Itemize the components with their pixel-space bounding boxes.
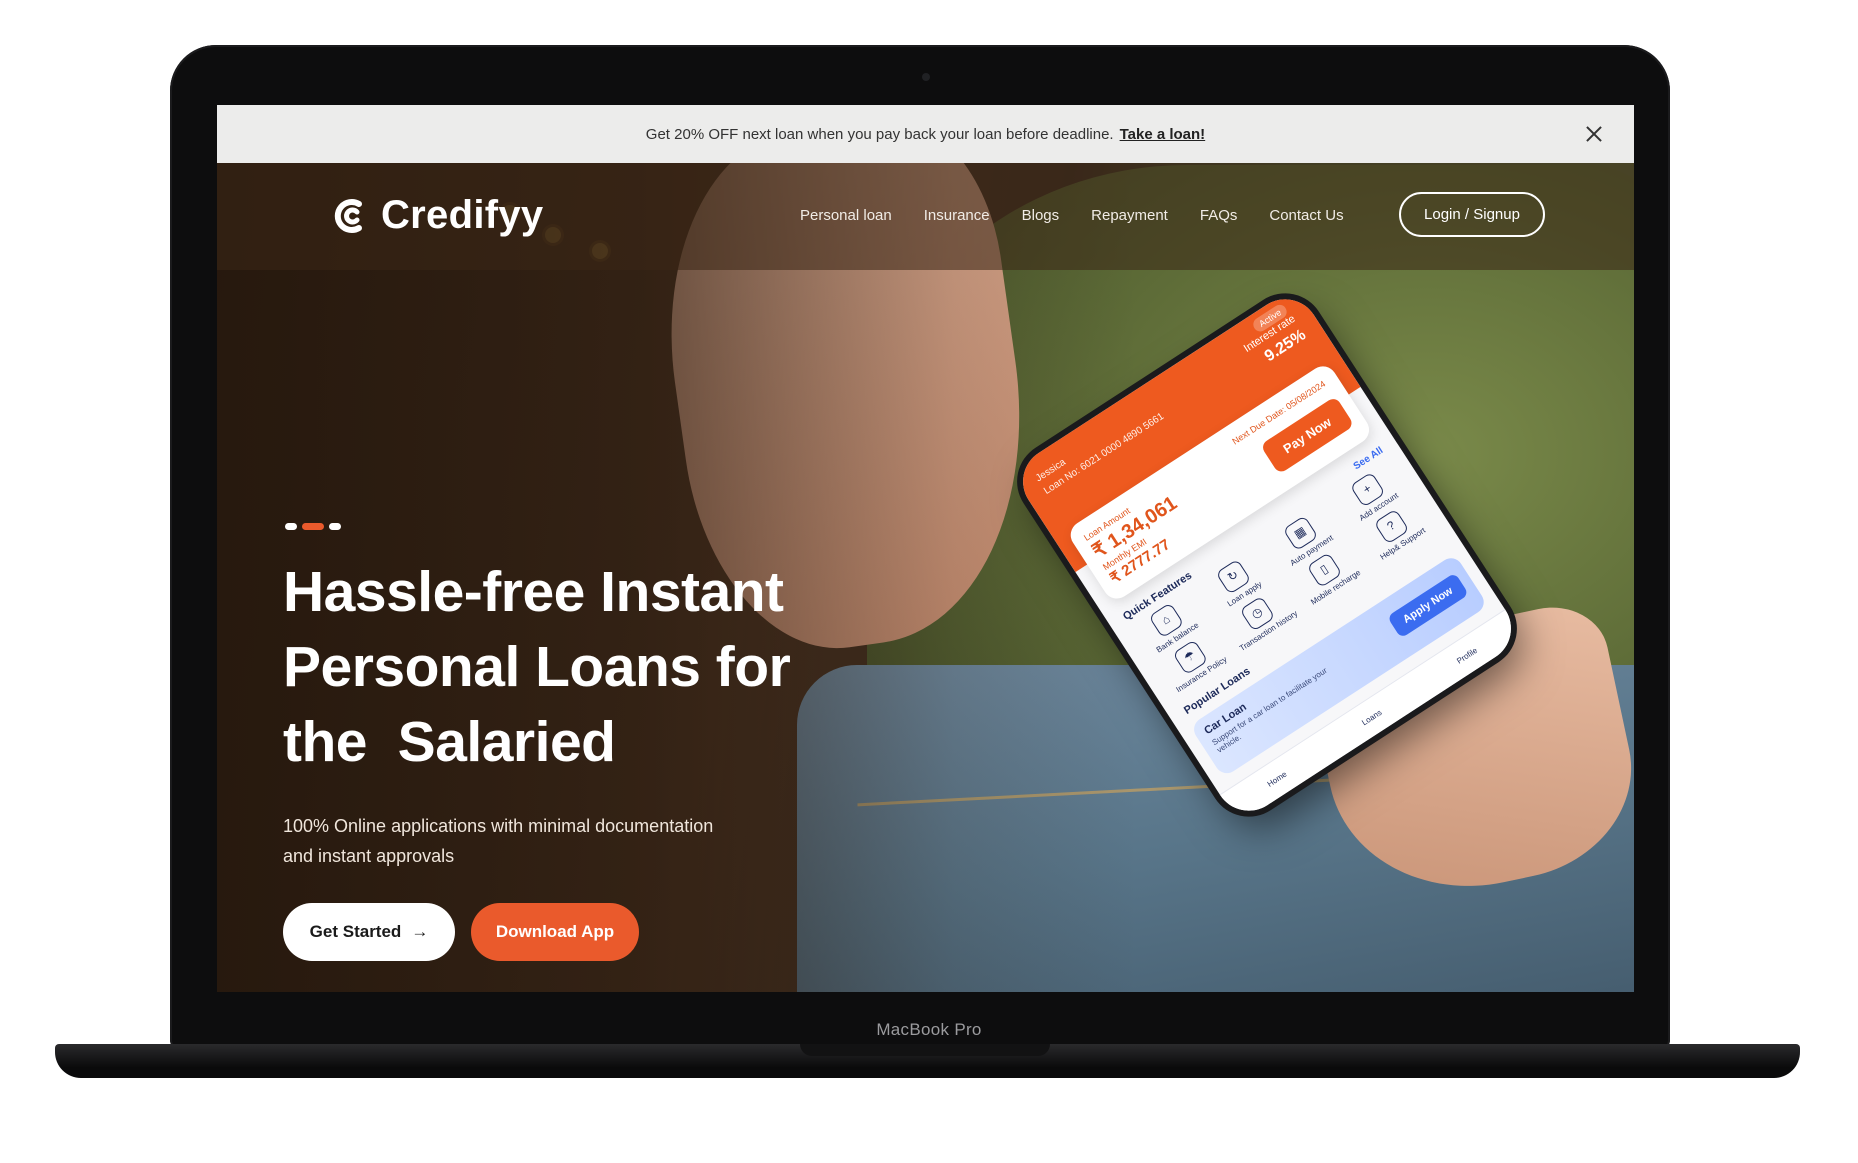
nav-blogs[interactable]: Blogs xyxy=(1022,207,1060,224)
get-started-button[interactable]: Get Started → xyxy=(283,903,455,961)
download-app-button[interactable]: Download App xyxy=(471,903,639,961)
laptop-notch xyxy=(800,1044,1050,1056)
arrow-right-icon: → xyxy=(411,922,429,941)
hero-title: Hassle-free Instant Personal Loans for t… xyxy=(283,560,791,774)
decorative-dashes xyxy=(285,523,341,530)
close-icon[interactable] xyxy=(1582,122,1606,146)
nav-insurance[interactable]: Insurance xyxy=(924,207,990,224)
phone-nav-profile: Profile xyxy=(1454,645,1479,666)
main-nav: Personal loan Insurance Blogs Repayment … xyxy=(800,207,1376,224)
site-header: Credifyy Personal loan Insurance Blogs R… xyxy=(217,163,1634,270)
login-signup-button[interactable]: Login / Signup xyxy=(1399,192,1545,237)
phone-nav-home: Home xyxy=(1265,769,1289,789)
credifyy-logo-icon xyxy=(334,198,362,233)
promo-link[interactable]: Take a loan! xyxy=(1120,126,1206,143)
logo[interactable]: Credifyy xyxy=(329,193,543,238)
nav-repayment[interactable]: Repayment xyxy=(1091,207,1168,224)
nav-personal-loan[interactable]: Personal loan xyxy=(800,207,892,224)
logo-text: Credifyy xyxy=(381,193,544,237)
device-label: MacBook Pro xyxy=(876,1020,982,1039)
promo-text: Get 20% OFF next loan when you pay back … xyxy=(645,125,1114,143)
hero-subtitle: 100% Online applications with minimal do… xyxy=(283,816,714,866)
phone-nav-loans: Loans xyxy=(1359,707,1384,727)
nav-faqs[interactable]: FAQs xyxy=(1200,207,1238,224)
webcam xyxy=(922,73,930,81)
nav-contact-us[interactable]: Contact Us xyxy=(1269,207,1343,224)
browser-viewport: Active Jessica Loan No: 6021 0000 4890 5… xyxy=(217,105,1634,992)
promo-banner: Get 20% OFF next loan when you pay back … xyxy=(217,105,1634,163)
